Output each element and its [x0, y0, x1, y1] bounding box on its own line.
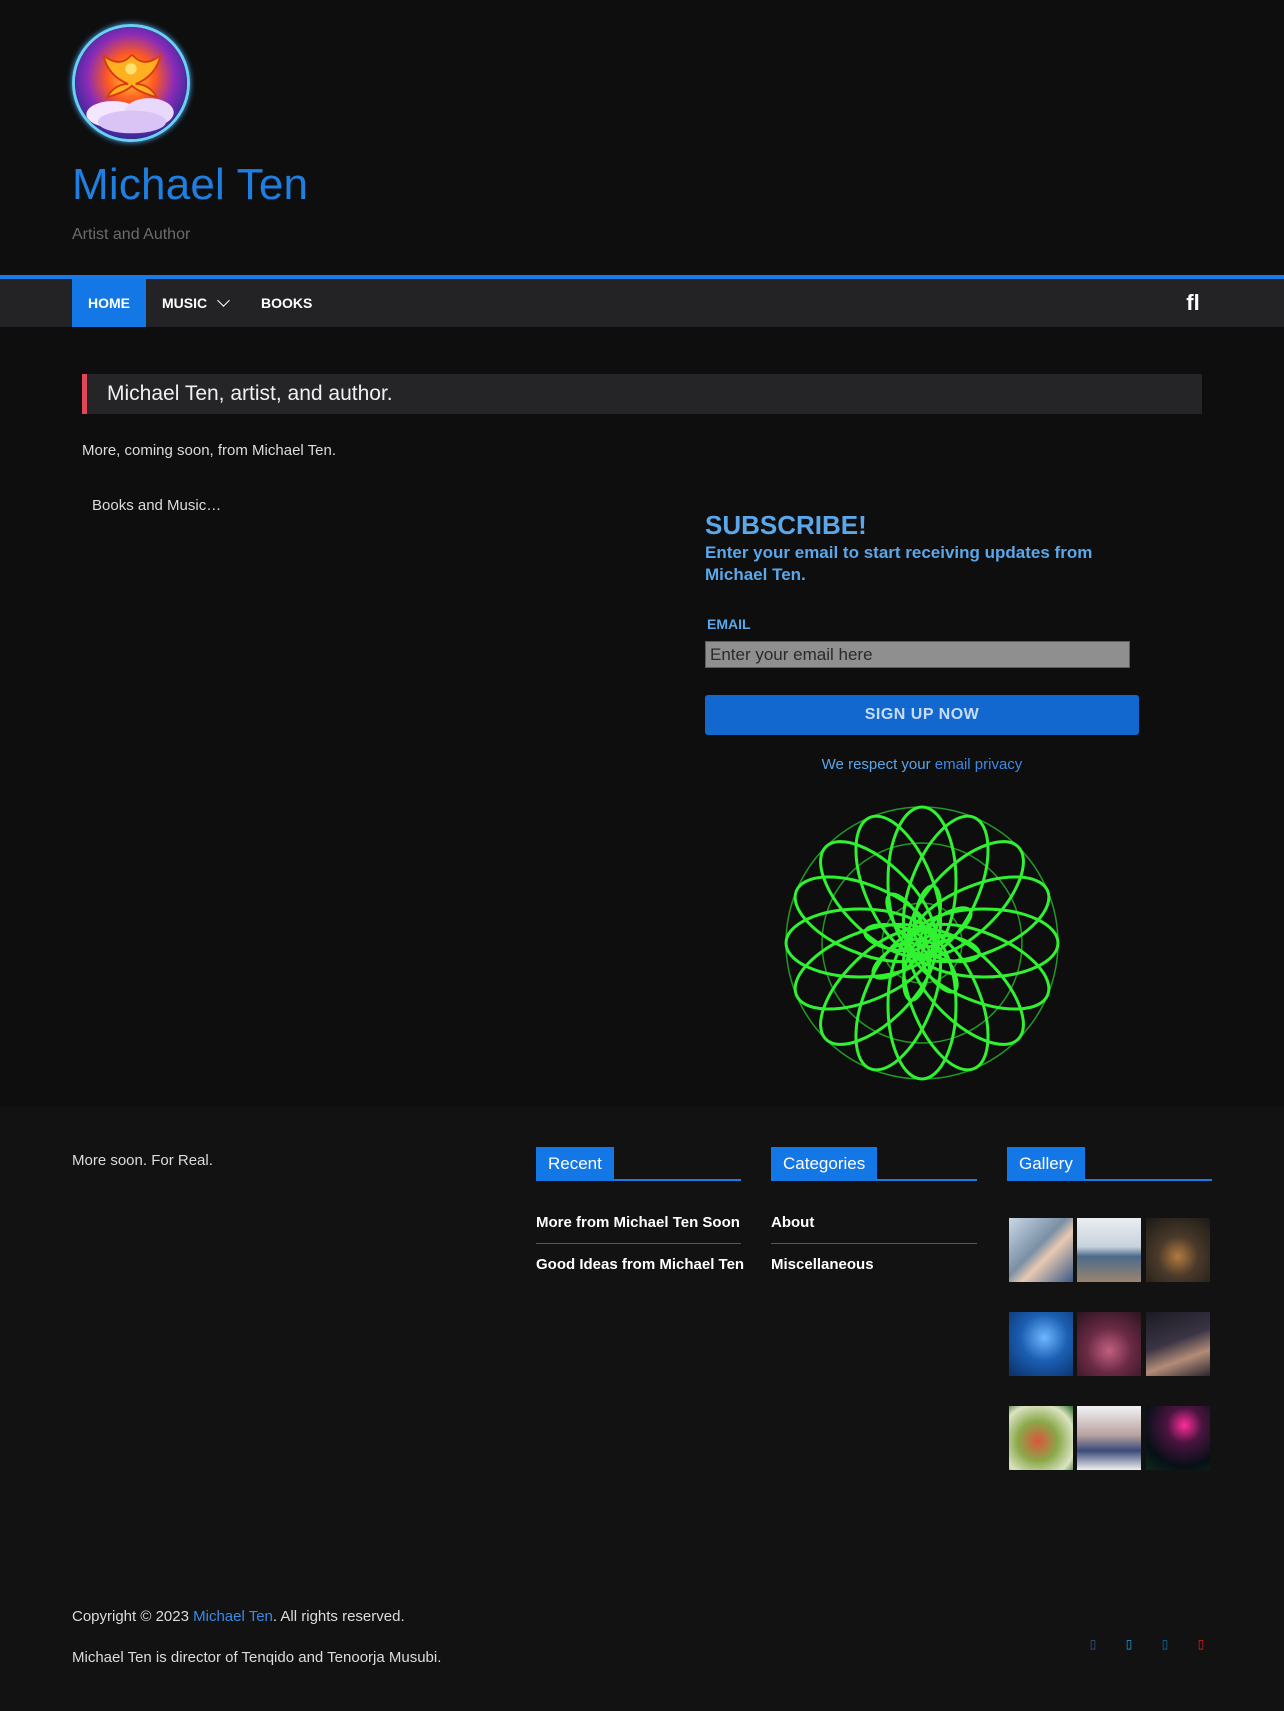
divider [536, 1243, 741, 1244]
search-icon[interactable]: fl [1180, 290, 1206, 316]
gallery-thumbnail[interactable] [1077, 1312, 1141, 1376]
director-text: Michael Ten is director of Tenqido and T… [72, 1649, 442, 1666]
gallery-title: Gallery [1007, 1147, 1085, 1181]
sign-up-button[interactable]: SIGN UP NOW [705, 695, 1139, 735]
gallery-thumbnail[interactable] [1077, 1218, 1141, 1282]
categories-title: Categories [771, 1147, 878, 1181]
site-title[interactable]: Michael Ten [72, 160, 308, 210]
email-field[interactable] [705, 641, 1130, 668]
email-label: EMAIL [707, 616, 751, 632]
gallery-thumbnail[interactable] [1146, 1218, 1210, 1282]
gallery-thumbnail[interactable] [1009, 1312, 1073, 1376]
gallery-thumbnail[interactable] [1146, 1312, 1210, 1376]
category-link[interactable]: Miscellaneous [771, 1256, 874, 1273]
gallery-thumbnail[interactable] [1077, 1406, 1141, 1470]
linkedin-icon[interactable]: ▯ [1158, 1636, 1172, 1652]
page-title: Michael Ten, artist, and author. [107, 382, 393, 405]
category-link[interactable]: About [771, 1214, 814, 1231]
privacy-note: We respect your email privacy [705, 756, 1139, 773]
youtube-icon[interactable]: ▯ [1194, 1636, 1208, 1652]
mandala-ring [821, 842, 1023, 1044]
recent-widget-title: Recent [536, 1147, 741, 1181]
copyright-site-link[interactable]: Michael Ten [193, 1608, 273, 1625]
recent-post-link[interactable]: Good Ideas from Michael Ten [536, 1256, 744, 1273]
recent-title: Recent [536, 1147, 614, 1181]
copyright-prefix: Copyright © 2023 [72, 1608, 189, 1625]
footer-text: More soon. For Real. [72, 1152, 213, 1169]
subscribe-title: SUBSCRIBE! [705, 510, 867, 540]
gallery-thumbnail[interactable] [1146, 1406, 1210, 1470]
books-music-text: Books and Music… [92, 497, 222, 514]
chevron-down-icon[interactable] [217, 294, 230, 307]
subscribe-description: Enter your email to start receiving upda… [705, 543, 1093, 584]
site-tagline: Artist and Author [72, 226, 191, 243]
page-heading-box: Michael Ten, artist, and author. [82, 374, 1202, 414]
copyright-suffix: . All rights reserved. [272, 1608, 405, 1625]
nav-item-home-label: HOME [88, 295, 130, 311]
gallery-widget-title: Gallery [1007, 1147, 1212, 1181]
nav-item-music-label: MUSIC [162, 295, 208, 311]
divider [771, 1243, 977, 1244]
site-header: Michael Ten Artist and Author [0, 0, 1284, 275]
gallery-thumbnail[interactable] [1009, 1406, 1073, 1470]
recent-post-link[interactable]: More from Michael Ten Soon [536, 1214, 740, 1231]
email-privacy-link[interactable]: email privacy [935, 756, 1023, 773]
copyright-text: Copyright © 2023 Michael Ten. All rights… [72, 1608, 405, 1625]
mandala-image [784, 805, 1060, 1081]
site-logo[interactable] [72, 24, 190, 142]
categories-widget-title: Categories [771, 1147, 977, 1181]
nav-item-music[interactable]: MUSIC [146, 279, 244, 327]
gallery-thumbnail[interactable] [1009, 1218, 1073, 1282]
nav-item-books-label: BOOKS [261, 295, 313, 311]
privacy-prefix: We respect your [821, 756, 931, 773]
nav-item-books[interactable]: BOOKS [245, 279, 328, 327]
intro-text: More, coming soon, from Michael Ten. [82, 442, 336, 459]
facebook-icon[interactable]: ▯ [1086, 1636, 1100, 1652]
nav-item-home[interactable]: HOME [72, 279, 146, 327]
phoenix-logo-icon [75, 27, 187, 139]
twitter-icon[interactable]: ▯ [1122, 1636, 1136, 1652]
